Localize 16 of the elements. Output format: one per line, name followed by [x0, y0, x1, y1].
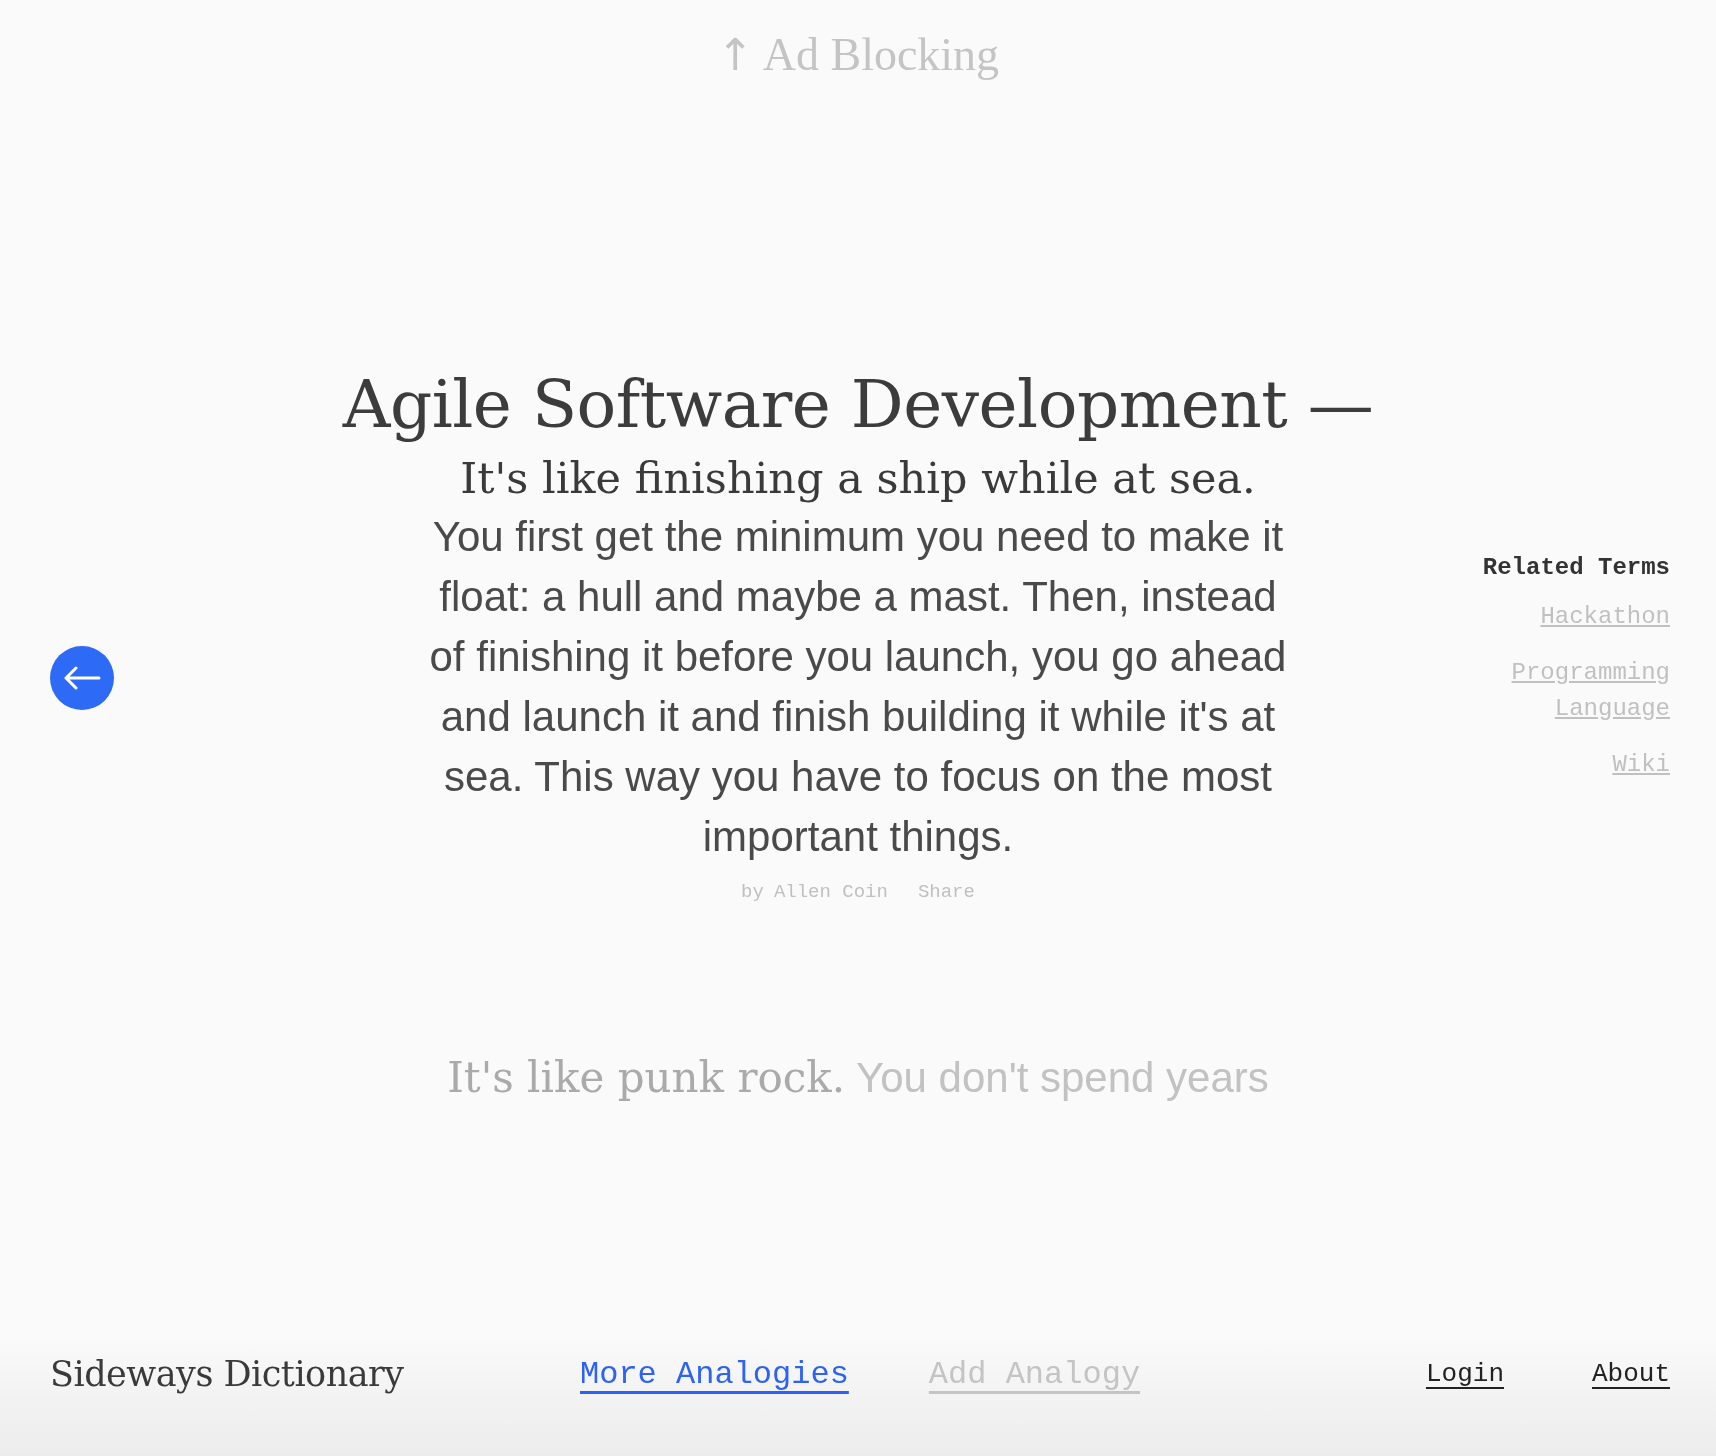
analogy-lead: It's like finishing a ship while at sea. — [459, 453, 1257, 503]
left-arrow-icon — [63, 666, 101, 690]
term-title: Agile Software Development — — [341, 366, 1375, 443]
nav-link[interactable]: About — [1592, 1359, 1670, 1389]
related-term-link[interactable]: Wiki — [1500, 746, 1670, 783]
related-terms-heading: Related Terms — [1482, 553, 1670, 581]
next-analogy-text: It's like punk rock. You don't spend years — [446, 1053, 1270, 1102]
share-link[interactable]: Share — [917, 881, 975, 903]
site-logo[interactable]: Sideways Dictionary — [50, 1354, 580, 1394]
analogy-text: You first get the minimum you need to make it float: a hull and maybe a mast. Then, instead of finishing it before you launch, you go ahead and launch it and finish building it while it's at sea. This way you have to focus on the most important things. — [428, 512, 1288, 862]
nav-link[interactable]: Login — [1425, 1359, 1504, 1389]
related-term-link[interactable]: Programming Language — [1500, 654, 1670, 727]
analogy-link[interactable]: More Analogies — [580, 1355, 849, 1393]
byline-label: by — [741, 881, 764, 903]
related-term-link[interactable]: Hackathon — [1500, 598, 1670, 635]
author-link[interactable]: Allen Coin — [773, 881, 888, 903]
